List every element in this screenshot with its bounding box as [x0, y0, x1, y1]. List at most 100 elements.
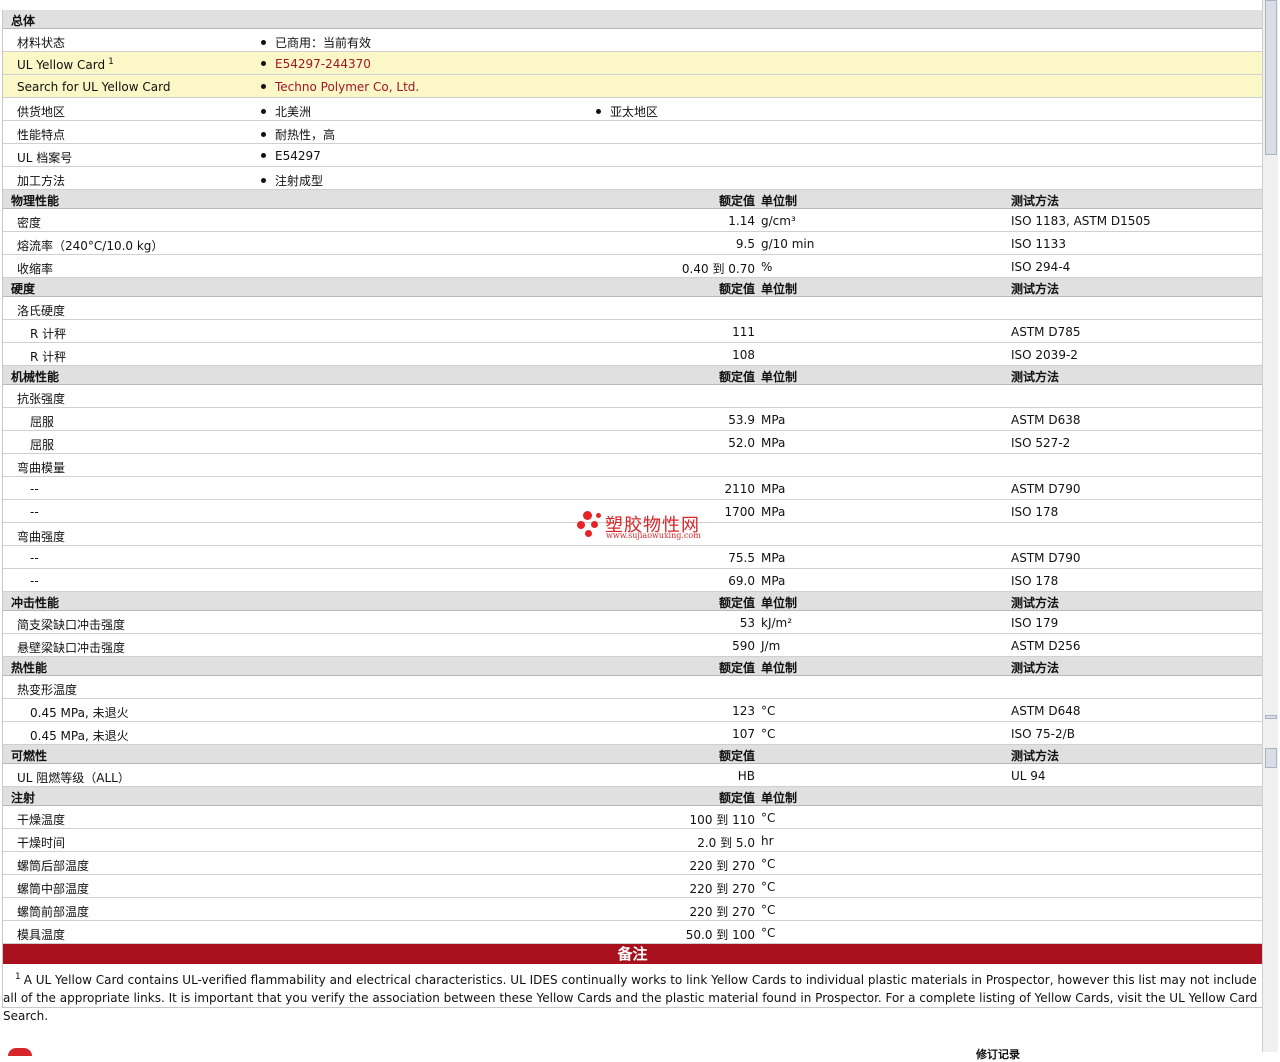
- property-value: 123: [732, 704, 755, 718]
- column-header-unit: 单位制: [761, 194, 798, 208]
- property-unit: °C: [761, 880, 776, 894]
- property-value: 220 到 270: [689, 882, 755, 896]
- column-header-value: 额定值: [718, 791, 755, 805]
- logo-fragment-icon: [8, 1048, 32, 1056]
- column-header-value: 额定值: [718, 194, 755, 208]
- property-row: 抗张强度: [3, 385, 1262, 408]
- section-title: 冲击性能: [11, 596, 60, 610]
- bullet-icon: [596, 109, 601, 114]
- general-row: 加工方法 注射成型: [3, 167, 1262, 190]
- property-label: 螺筒前部温度: [17, 905, 90, 919]
- property-unit: °C: [761, 903, 776, 917]
- footnote-text: A UL Yellow Card contains UL-verified fl…: [3, 973, 1258, 1023]
- column-header-value: 额定值: [718, 661, 755, 675]
- bullet-icon: [261, 153, 266, 158]
- property-value: 52.0: [728, 436, 755, 450]
- property-row: 熔流率（240°C/10.0 kg） 9.5 g/10 min ISO 1133: [3, 232, 1262, 255]
- general-row: 材料状态 已商用：当前有效: [3, 29, 1262, 52]
- property-label: 密度: [17, 216, 42, 230]
- property-row: 螺筒后部温度 220 到 270 °C: [3, 852, 1262, 875]
- property-test-method: ASTM D638: [1011, 413, 1081, 427]
- footnote-marker: 1: [108, 57, 114, 67]
- property-test-method: ASTM D790: [1011, 482, 1081, 496]
- property-label: 弯曲模量: [17, 461, 66, 475]
- property-value: 69.0: [728, 574, 755, 588]
- watermark-dot: [596, 513, 601, 518]
- property-row: 模具温度 50.0 到 100 °C: [3, 921, 1262, 944]
- property-test-method: ASTM D256: [1011, 639, 1081, 653]
- property-unit: MPa: [761, 551, 786, 565]
- property-unit: °C: [761, 811, 776, 825]
- bullet-item: 耐热性，高: [261, 126, 335, 143]
- item-text: 北美洲: [275, 105, 312, 119]
- property-value: 75.5: [728, 551, 755, 565]
- watermark-url: www.sujiaowuxing.com: [606, 531, 701, 540]
- section-header: 热性能 额定值 单位制 测试方法: [3, 657, 1262, 676]
- property-label: 洛氏硬度: [17, 304, 66, 318]
- bullet-icon: [261, 61, 266, 66]
- column-header-test: 测试方法: [1011, 282, 1060, 296]
- bullet-item[interactable]: Techno Polymer Co, Ltd.: [261, 80, 419, 94]
- item-link[interactable]: Techno Polymer Co, Ltd.: [275, 80, 419, 94]
- property-label: --: [30, 574, 39, 588]
- section-header: 冲击性能 额定值 单位制 测试方法: [3, 592, 1262, 611]
- property-label: --: [30, 482, 39, 496]
- bullet-item: E54297: [261, 149, 321, 163]
- property-test-method: ISO 75-2/B: [1011, 727, 1075, 741]
- property-unit: °C: [761, 727, 776, 741]
- general-row: UL Yellow Card 1 E54297-244370: [3, 52, 1262, 75]
- property-label: 熔流率（240°C/10.0 kg）: [17, 239, 164, 253]
- property-row: -- 2110 MPa ASTM D790: [3, 477, 1262, 500]
- watermark-dot: [577, 521, 585, 529]
- item-text: E54297: [275, 149, 321, 163]
- section-header: 硬度 额定值 单位制 测试方法: [3, 278, 1262, 297]
- property-row: -- 75.5 MPa ASTM D790: [3, 546, 1262, 569]
- property-test-method: ISO 294-4: [1011, 260, 1071, 274]
- vertical-scrollbar[interactable]: [1262, 0, 1278, 1052]
- bottom-strip: 修订记录: [0, 1036, 1262, 1061]
- property-row: 收缩率 0.40 到 0.70% ISO 294-4: [3, 255, 1262, 278]
- row-label: 供货地区: [17, 103, 65, 120]
- property-row: 密度 1.14 g/cm³ ISO 1183, ASTM D1505: [3, 209, 1262, 232]
- property-unit: J/m: [761, 639, 781, 653]
- section-title: 注射: [11, 791, 36, 805]
- property-value: 2.0 到 5.0: [697, 836, 755, 850]
- property-row: 螺筒前部温度 220 到 270 °C: [3, 898, 1262, 921]
- section-header: 物理性能 额定值 单位制 测试方法: [3, 190, 1262, 209]
- property-label: 热变形温度: [17, 683, 78, 697]
- bullet-item[interactable]: E54297-244370: [261, 57, 371, 71]
- property-row: 屈服 53.9 MPa ASTM D638: [3, 408, 1262, 431]
- property-row: -- 69.0 MPa ISO 178: [3, 569, 1262, 592]
- property-unit: g/cm³: [761, 214, 796, 228]
- section-header: 可燃性 额定值 测试方法: [3, 745, 1262, 764]
- scrollbar-marker: [1265, 748, 1277, 768]
- bullet-icon: [261, 84, 266, 89]
- column-header-unit: 单位制: [761, 791, 798, 805]
- property-row: 干燥时间 2.0 到 5.0 hr: [3, 829, 1262, 852]
- property-label: 干燥温度: [17, 813, 66, 827]
- scrollbar-thumb[interactable]: [1265, 0, 1277, 155]
- footnote: 1A UL Yellow Card contains UL-verified f…: [3, 964, 1262, 1023]
- row-label-text: UL Yellow Card: [17, 58, 106, 72]
- property-test-method: ASTM D790: [1011, 551, 1081, 565]
- column-header-test: 测试方法: [1011, 194, 1060, 208]
- row-label: 加工方法: [17, 172, 65, 189]
- column-header-value: 额定值: [718, 282, 755, 296]
- property-row: 热变形温度: [3, 676, 1262, 699]
- property-label: 收缩率: [17, 262, 54, 276]
- property-value: 53.9: [728, 413, 755, 427]
- property-row: 0.45 MPa, 未退火 107 °C ISO 75-2/B: [3, 722, 1262, 745]
- bullet-item: 亚太地区: [596, 103, 658, 120]
- section-header: 注射 额定值 单位制: [3, 787, 1262, 806]
- row-label-text: 加工方法: [17, 174, 66, 188]
- bullet-icon: [261, 178, 266, 183]
- section-header: 机械性能 额定值 单位制 测试方法: [3, 366, 1262, 385]
- property-value: 0.40 到 0.70: [681, 262, 755, 276]
- row-label-text: Search for UL Yellow Card: [17, 80, 171, 94]
- item-link[interactable]: E54297-244370: [275, 57, 371, 71]
- bullet-icon: [261, 109, 266, 114]
- property-unit: g/10 min: [761, 237, 815, 251]
- property-label: 屈服: [30, 438, 55, 452]
- property-unit: kJ/m²: [761, 616, 793, 630]
- section-title: 可燃性: [11, 749, 48, 763]
